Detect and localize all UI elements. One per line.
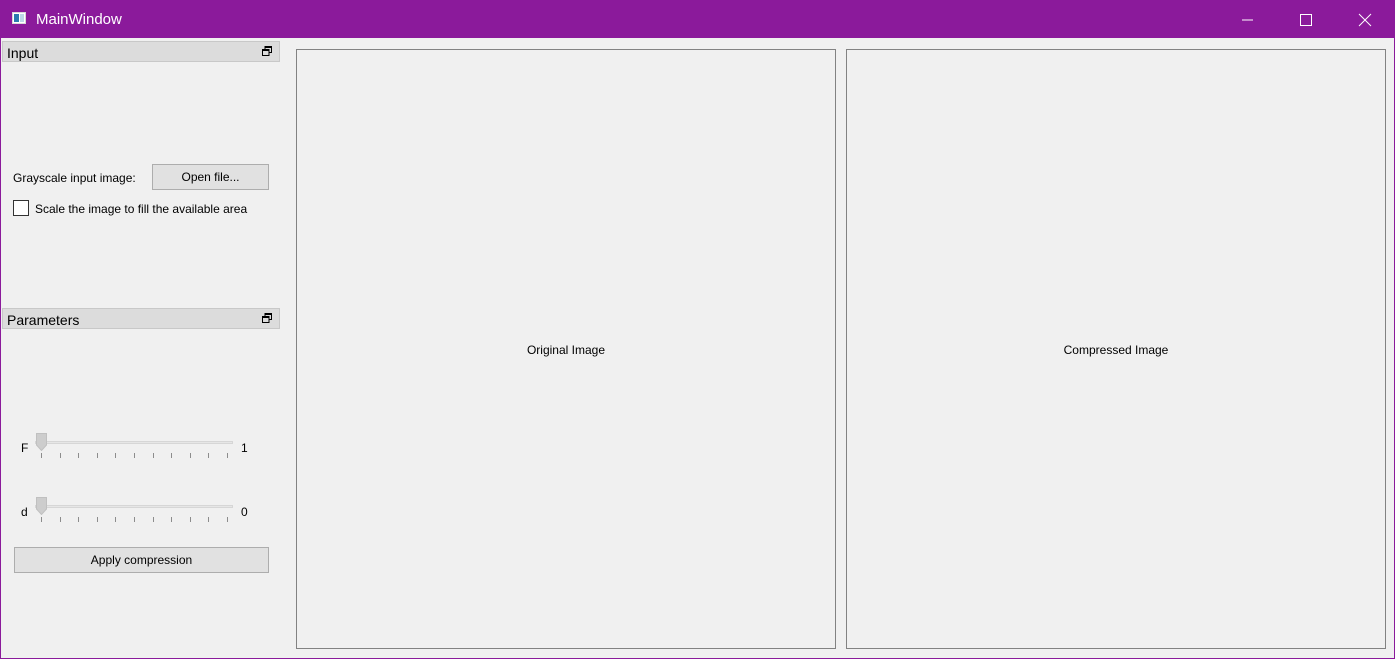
- slider-d-value: 0: [241, 505, 248, 519]
- slider-tick: [78, 453, 79, 458]
- app-window-icon: [12, 12, 26, 24]
- slider-tick: [78, 517, 79, 522]
- parameters-dock-label: Parameters: [7, 312, 80, 328]
- slider-tick: [41, 453, 42, 458]
- slider-d-handle[interactable]: [36, 497, 47, 515]
- slider-f-handle[interactable]: [36, 433, 47, 451]
- slider-tick: [97, 517, 98, 522]
- slider-tick: [153, 453, 154, 458]
- parameters-dock-title[interactable]: Parameters: [2, 308, 280, 329]
- slider-tick: [60, 453, 61, 458]
- slider-tick: [190, 517, 191, 522]
- slider-tick: [171, 453, 172, 458]
- grayscale-input-label: Grayscale input image:: [13, 171, 136, 185]
- minimize-button[interactable]: [1219, 1, 1277, 38]
- minimize-icon: [1242, 19, 1253, 21]
- apply-compression-button[interactable]: Apply compression: [14, 547, 269, 573]
- maximize-icon: [1300, 14, 1312, 26]
- original-image-panel: Original Image: [296, 49, 836, 649]
- slider-f-label: F: [21, 441, 29, 455]
- slider-d-ticks: [41, 517, 231, 523]
- compressed-image-label: Compressed Image: [1063, 343, 1169, 357]
- slider-tick: [60, 517, 61, 522]
- slider-tick: [134, 453, 135, 458]
- slider-tick: [153, 517, 154, 522]
- slider-tick: [190, 453, 191, 458]
- input-dock-label: Input: [7, 45, 39, 61]
- close-button[interactable]: [1336, 1, 1394, 38]
- scale-image-checkbox[interactable]: [13, 200, 29, 216]
- float-dock-icon[interactable]: [262, 313, 272, 323]
- slider-tick: [115, 453, 116, 458]
- slider-tick: [97, 453, 98, 458]
- slider-f-track[interactable]: [35, 441, 233, 444]
- title-bar[interactable]: MainWindow: [1, 1, 1394, 38]
- slider-tick: [227, 453, 228, 458]
- slider-tick: [41, 517, 42, 522]
- slider-tick: [227, 517, 228, 522]
- slider-f-value: 1: [241, 441, 248, 455]
- slider-f-ticks: [41, 453, 231, 459]
- main-window: MainWindow Input Grayscale input image: …: [0, 0, 1395, 659]
- compressed-image-panel: Compressed Image: [846, 49, 1386, 649]
- maximize-button[interactable]: [1277, 1, 1335, 38]
- scale-image-label[interactable]: Scale the image to fill the available ar…: [35, 202, 247, 216]
- slider-tick: [171, 517, 172, 522]
- slider-tick: [208, 453, 209, 458]
- open-file-button[interactable]: Open file...: [152, 164, 269, 190]
- slider-tick: [134, 517, 135, 522]
- original-image-label: Original Image: [526, 343, 606, 357]
- slider-d-label: d: [21, 505, 28, 519]
- close-icon: [1358, 13, 1372, 27]
- input-dock-title[interactable]: Input: [2, 41, 280, 62]
- slider-d-track[interactable]: [35, 505, 233, 508]
- window-title: MainWindow: [36, 11, 122, 28]
- slider-tick: [208, 517, 209, 522]
- slider-tick: [115, 517, 116, 522]
- float-dock-icon[interactable]: [262, 46, 272, 56]
